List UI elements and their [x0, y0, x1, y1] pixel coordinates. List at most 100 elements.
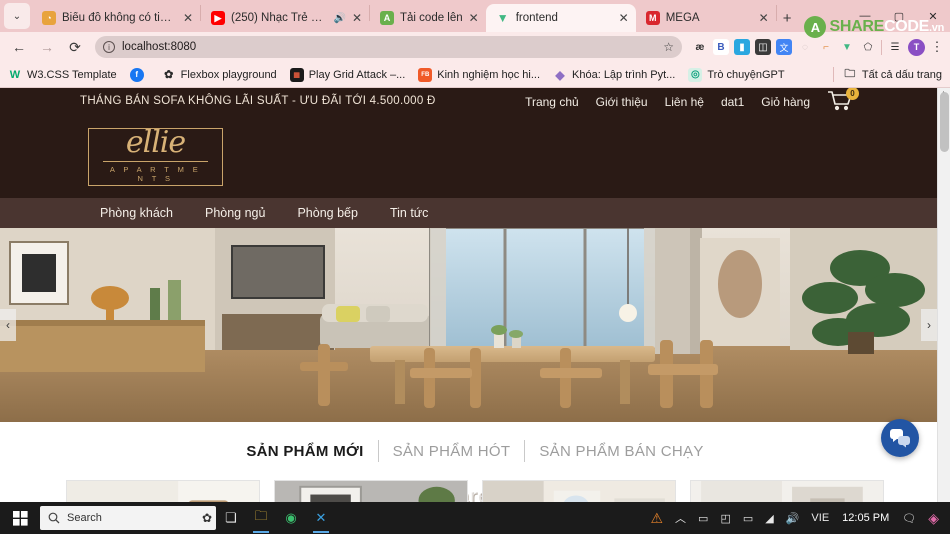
browser-tab[interactable]: A Tải code lên ✕: [370, 4, 486, 32]
profile-avatar[interactable]: T: [908, 38, 925, 56]
menu-bedroom[interactable]: Phòng ngủ: [205, 206, 265, 220]
all-bookmarks-button[interactable]: 🗀 Tất cả dấu trang: [843, 68, 942, 82]
bookmark-star-icon[interactable]: ☆: [663, 40, 674, 54]
site-logo[interactable]: ellie A P A R T M E N T S: [88, 124, 223, 186]
vue-icon: ▼: [496, 11, 509, 25]
camera-icon[interactable]: ▭: [693, 502, 713, 534]
tab-title: Tải code lên: [400, 12, 463, 24]
language-indicator[interactable]: VIE: [806, 502, 834, 534]
bookmark-item[interactable]: W W3.CSS Template: [8, 68, 117, 82]
browser-tab[interactable]: ▶ (250) Nhạc Trẻ 8x9x 🔊 ✕: [201, 4, 369, 32]
tab-close-icon[interactable]: ✕: [183, 12, 193, 24]
cart-button[interactable]: 0: [827, 88, 859, 114]
vue-devtools-icon[interactable]: ▼: [839, 39, 855, 55]
tab-close-icon[interactable]: ✕: [759, 12, 769, 24]
chrome-icon[interactable]: ◉: [276, 502, 306, 534]
grid-extension-icon[interactable]: ⌐: [818, 39, 834, 55]
task-view-icon[interactable]: ❏: [216, 502, 246, 534]
ae-extension-icon[interactable]: æ: [692, 39, 708, 55]
tab-close-icon[interactable]: ✕: [469, 12, 479, 24]
clock-extension-icon[interactable]: ◌: [797, 39, 813, 55]
menu-kitchen[interactable]: Phòng bếp: [297, 206, 357, 220]
flower-icon: ✿: [201, 511, 212, 525]
bookmark-item[interactable]: f: [129, 67, 149, 82]
bookmark-label: Trò chuyệnGPT: [707, 68, 785, 81]
start-button[interactable]: [2, 502, 38, 534]
bitwarden-icon[interactable]: B: [713, 39, 729, 55]
bookmark-item[interactable]: ▦ Play Grid Attack –...: [289, 67, 405, 82]
battery-icon[interactable]: ▭: [738, 502, 758, 534]
bookmark-item[interactable]: FB Kinh nghiệm học hi...: [418, 67, 540, 82]
notification-icon[interactable]: 🗨: [897, 502, 921, 534]
top-navigation: Trang chủ Giới thiệu Liên hệ dat1 Giỏ hà…: [525, 88, 940, 114]
nav-dat1[interactable]: dat1: [721, 95, 744, 109]
forward-button[interactable]: →: [34, 34, 60, 60]
address-bar: ← → ⟳ i localhost:8080 ☆ æ B ▮ ◫ 文 ◌ ⌐ ▼…: [0, 32, 950, 62]
blue-extension-icon[interactable]: ▮: [734, 39, 750, 55]
url-bar[interactable]: i localhost:8080 ☆: [95, 36, 682, 58]
nav-about[interactable]: Giới thiệu: [596, 95, 648, 109]
taskbar-search[interactable]: Search ✿: [40, 506, 216, 530]
bookmark-item[interactable]: ✿ Flexbox playground: [162, 68, 277, 82]
nav-home[interactable]: Trang chủ: [525, 95, 579, 109]
reload-button[interactable]: ⟳: [62, 34, 88, 60]
bookmark-item[interactable]: ◎ Trò chuyệnGPT: [688, 67, 785, 82]
new-tab-button[interactable]: +: [783, 10, 792, 27]
page-scrollbar[interactable]: ▲: [937, 88, 950, 502]
maximize-button[interactable]: ▢: [882, 10, 916, 23]
window-controls: — ▢ ✕: [848, 0, 950, 32]
bookmark-label: Khóa: Lập trình Pyt...: [572, 68, 676, 81]
wifi-icon[interactable]: ◢: [760, 502, 778, 534]
scrollbar-thumb[interactable]: [940, 92, 949, 152]
url-text: localhost:8080: [122, 41, 197, 53]
browser-menu-icon[interactable]: ⋮: [930, 39, 944, 55]
windows-logo-icon: [12, 510, 28, 526]
site-info-icon[interactable]: i: [103, 41, 115, 53]
product-card[interactable]: [274, 480, 468, 502]
browser-tab-active[interactable]: ▼ frontend ✕: [485, 4, 636, 32]
onedrive-icon[interactable]: ◰: [715, 502, 735, 534]
nav-contact[interactable]: Liên hệ: [665, 95, 704, 109]
product-card[interactable]: [66, 480, 260, 502]
tab-bestseller-products[interactable]: SẢN PHẨM BÁN CHẠY: [525, 443, 717, 460]
tab-strip: ⌄ ◔ Biểu đồ không có tiêu đ ✕ ▶ (250) Nh…: [0, 0, 950, 32]
menu-living-room[interactable]: Phòng khách: [100, 206, 173, 220]
hero-carousel: ‹ ›: [0, 228, 950, 422]
tab-title: Biểu đồ không có tiêu đ: [62, 12, 177, 24]
tab-new-products[interactable]: SẢN PHẨM MỚI: [232, 443, 377, 460]
vscode-icon[interactable]: ✕: [306, 502, 336, 534]
translate-icon[interactable]: 文: [776, 39, 792, 55]
chevron-up-icon[interactable]: ︿: [670, 502, 691, 534]
product-image: [67, 481, 259, 502]
logo-wordmark: ellie: [125, 124, 186, 160]
taskbar-clock[interactable]: 12:05 PM: [836, 512, 895, 524]
nav-cart[interactable]: Giỏ hàng: [761, 95, 810, 109]
back-button[interactable]: ←: [6, 34, 32, 60]
tab-mute-icon[interactable]: 🔊: [333, 13, 345, 24]
volume-icon[interactable]: 🔊: [781, 502, 805, 534]
colorful-app-icon[interactable]: ◈: [923, 502, 944, 534]
tab-close-icon[interactable]: ✕: [352, 12, 362, 24]
bookmarks-overflow: 🗀 Tất cả dấu trang: [832, 67, 942, 82]
chat-widget-button[interactable]: [881, 419, 919, 457]
reading-list-icon[interactable]: ☰: [887, 39, 903, 55]
bookmark-item[interactable]: ◆ Khóa: Lập trình Pyt...: [553, 68, 675, 82]
promo-banner: THÁNG BÁN SOFA KHÔNG LÃI SUẤT - ƯU ĐÃI T…: [0, 88, 950, 116]
tab-close-icon[interactable]: ✕: [619, 12, 629, 24]
carousel-next-button[interactable]: ›: [921, 309, 937, 341]
carousel-prev-button[interactable]: ‹: [0, 309, 16, 341]
menu-news[interactable]: Tin tức: [390, 206, 428, 220]
browser-tab[interactable]: ◔ Biểu đồ không có tiêu đ ✕: [32, 4, 200, 32]
product-card[interactable]: [690, 480, 884, 502]
product-card[interactable]: [482, 480, 676, 502]
warning-icon[interactable]: ⚠: [645, 502, 668, 534]
tab-search-chevron-icon[interactable]: ⌄: [4, 3, 30, 29]
close-window-button[interactable]: ✕: [916, 10, 950, 23]
browser-tab[interactable]: M MEGA ✕: [636, 4, 776, 32]
puzzle-extension-icon[interactable]: ⬠: [860, 39, 876, 55]
dark-extension-icon[interactable]: ◫: [755, 39, 771, 55]
file-explorer-icon[interactable]: 🗀: [246, 502, 276, 534]
bookmark-label: W3.CSS Template: [27, 68, 117, 81]
minimize-button[interactable]: —: [848, 10, 882, 22]
tab-hot-products[interactable]: SẢN PHẨM HÓT: [379, 443, 525, 460]
